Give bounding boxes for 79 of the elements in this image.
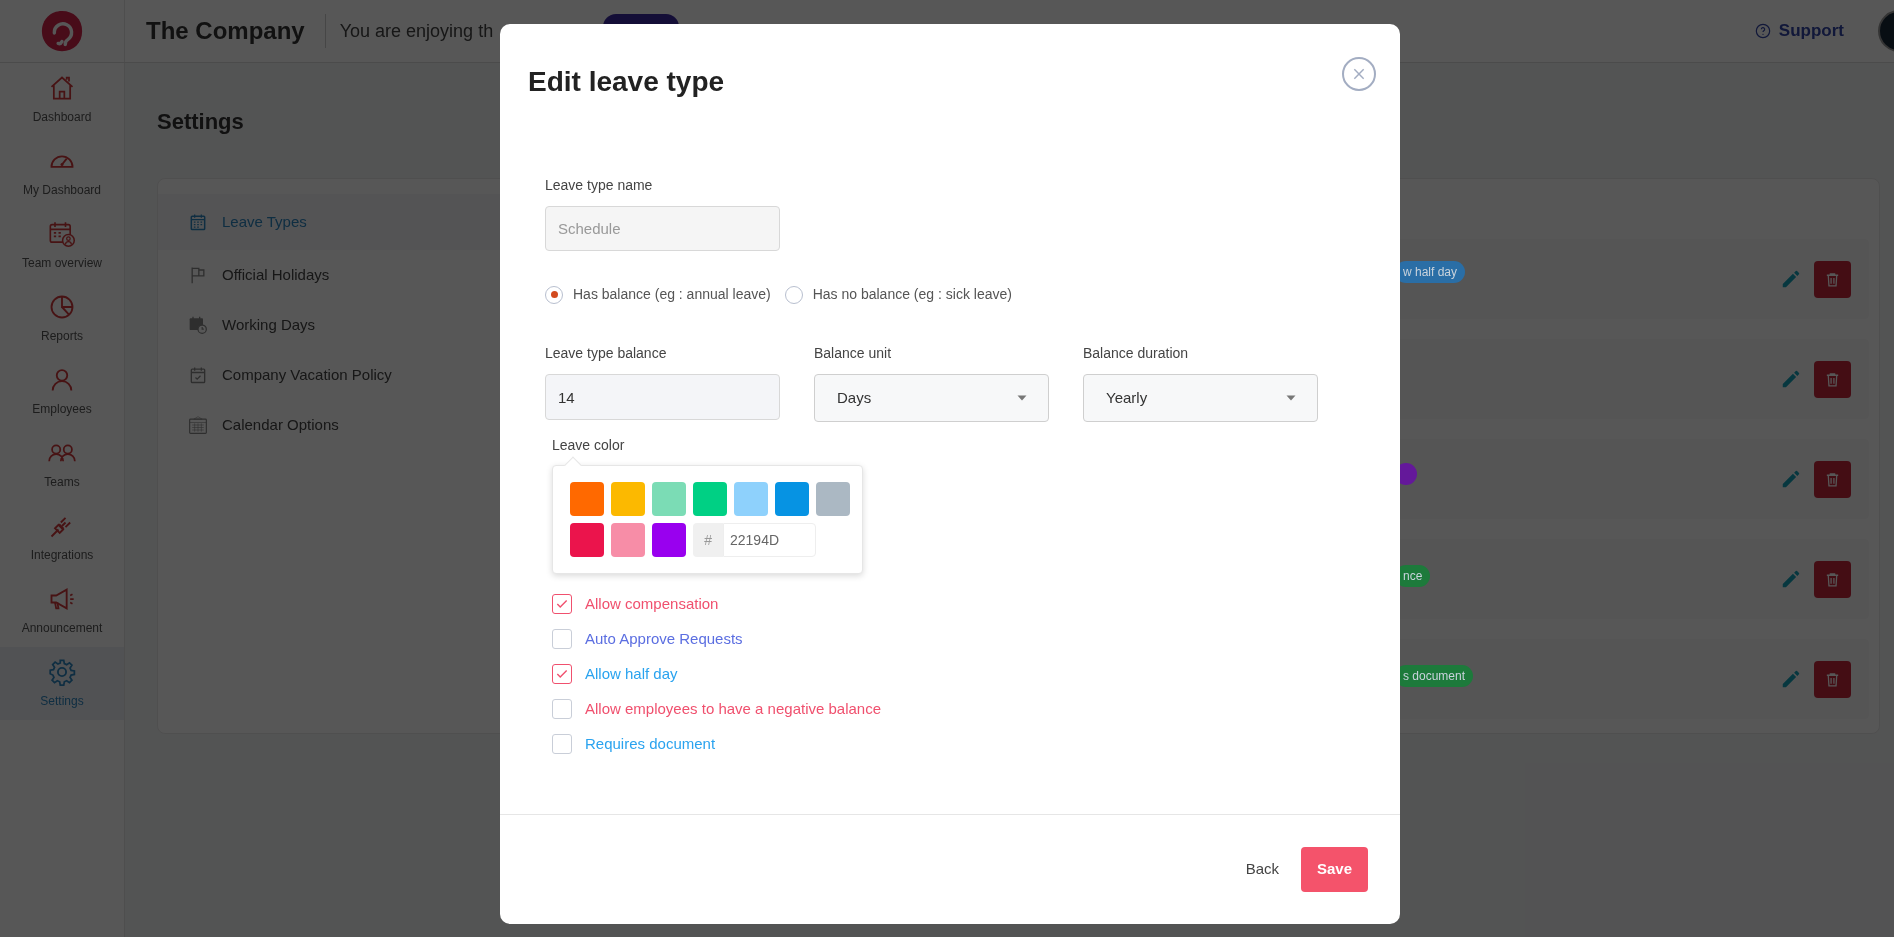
delete-button[interactable] bbox=[1814, 460, 1851, 498]
company-name: The Company bbox=[146, 14, 326, 48]
field-label: Balance unit bbox=[814, 344, 893, 363]
pencil-icon bbox=[1780, 568, 1802, 590]
trial-notice: You are enjoying th bbox=[338, 19, 494, 43]
calendar-icon bbox=[188, 415, 208, 435]
sidebar-item[interactable]: Employees bbox=[0, 355, 124, 428]
color-swatch[interactable] bbox=[693, 482, 727, 516]
sidebar-item[interactable]: Integrations bbox=[0, 501, 124, 574]
delete-button[interactable] bbox=[1814, 660, 1851, 698]
hex-input[interactable]: 22194D bbox=[723, 523, 816, 557]
color-swatch[interactable] bbox=[570, 482, 604, 516]
settings-menu-item[interactable]: Calendar Options bbox=[158, 400, 503, 450]
close-icon bbox=[1351, 66, 1367, 82]
delete-button[interactable] bbox=[1814, 560, 1851, 598]
settings-icon bbox=[48, 657, 76, 686]
check-icon bbox=[555, 597, 569, 611]
pencil-icon bbox=[1780, 668, 1802, 690]
select-field[interactable]: Yearly bbox=[1083, 374, 1318, 422]
checkbox-option[interactable]: Allow compensation bbox=[552, 594, 1355, 614]
hash-label: # bbox=[693, 523, 723, 557]
settings-menu-item[interactable]: Working Days bbox=[158, 300, 503, 350]
select-field[interactable]: Days bbox=[814, 374, 1049, 422]
check-icon bbox=[555, 667, 569, 681]
back-button[interactable]: Back bbox=[1245, 858, 1279, 881]
checkbox-option[interactable]: Requires document bbox=[552, 734, 1355, 754]
help-icon bbox=[1754, 23, 1771, 39]
color-swatch[interactable] bbox=[611, 482, 645, 516]
trash-icon bbox=[1824, 670, 1841, 688]
sidebar-item[interactable]: My Dashboard bbox=[0, 136, 124, 209]
sidebar-item[interactable]: Settings bbox=[0, 647, 124, 720]
balance-input[interactable]: 14 bbox=[545, 374, 780, 420]
color-swatch[interactable] bbox=[816, 482, 850, 516]
settings-menu-item[interactable]: Official Holidays bbox=[158, 250, 503, 300]
checkbox-option[interactable]: Allow employees to have a negative balance bbox=[552, 699, 1355, 719]
page-title: Settings bbox=[157, 108, 245, 136]
dialog-title: Edit leave type bbox=[528, 65, 725, 99]
pencil-icon bbox=[1780, 468, 1802, 490]
trash-icon bbox=[1824, 570, 1841, 588]
field-label: Leave type balance bbox=[545, 344, 668, 363]
checkbox[interactable] bbox=[552, 594, 572, 614]
delete-button[interactable] bbox=[1814, 260, 1851, 298]
calendar-clock-icon bbox=[188, 315, 208, 335]
field-label: Leave type name bbox=[545, 176, 654, 195]
field-label: Leave color bbox=[552, 436, 626, 455]
sidebar-item[interactable]: Dashboard bbox=[0, 63, 124, 136]
checkbox[interactable] bbox=[552, 734, 572, 754]
sidebar-item[interactable]: Announcement bbox=[0, 574, 124, 647]
color-swatch[interactable] bbox=[734, 482, 768, 516]
color-swatch[interactable] bbox=[775, 482, 809, 516]
logo-icon bbox=[39, 8, 85, 54]
color-swatch[interactable] bbox=[611, 523, 645, 557]
settings-menu-item[interactable]: Company Vacation Policy bbox=[158, 350, 503, 400]
checkbox-option[interactable]: Allow half day bbox=[552, 664, 1355, 684]
calendar-icon bbox=[188, 212, 208, 232]
field-label: Balance duration bbox=[1083, 344, 1190, 363]
color-swatch[interactable] bbox=[652, 482, 686, 516]
color-swatch[interactable] bbox=[652, 523, 686, 557]
trash-icon bbox=[1824, 270, 1841, 288]
save-button[interactable]: Save bbox=[1301, 847, 1368, 892]
trash-icon bbox=[1824, 470, 1841, 488]
checkbox[interactable] bbox=[552, 664, 572, 684]
sidebar-item[interactable]: Team overview bbox=[0, 209, 124, 282]
checkbox-option[interactable]: Auto Approve Requests bbox=[552, 629, 1355, 649]
calendar-check-icon bbox=[188, 365, 208, 385]
trash-icon bbox=[1824, 370, 1841, 388]
sidebar-item[interactable]: Teams bbox=[0, 428, 124, 501]
pencil-icon bbox=[1780, 368, 1802, 390]
sidebar-item[interactable]: Reports bbox=[0, 282, 124, 355]
checkbox[interactable] bbox=[552, 629, 572, 649]
color-swatch[interactable] bbox=[570, 523, 604, 557]
pencil-icon bbox=[1780, 268, 1802, 290]
radio-option[interactable]: Has balance (eg : annual leave) bbox=[545, 284, 771, 305]
support-link[interactable]: Support bbox=[1754, 18, 1844, 44]
radio-option[interactable]: Has no balance (eg : sick leave) bbox=[784, 284, 1012, 305]
delete-button[interactable] bbox=[1814, 360, 1851, 398]
calendar-person-icon bbox=[48, 219, 76, 248]
close-button[interactable] bbox=[1342, 57, 1376, 91]
checkbox[interactable] bbox=[552, 699, 572, 719]
